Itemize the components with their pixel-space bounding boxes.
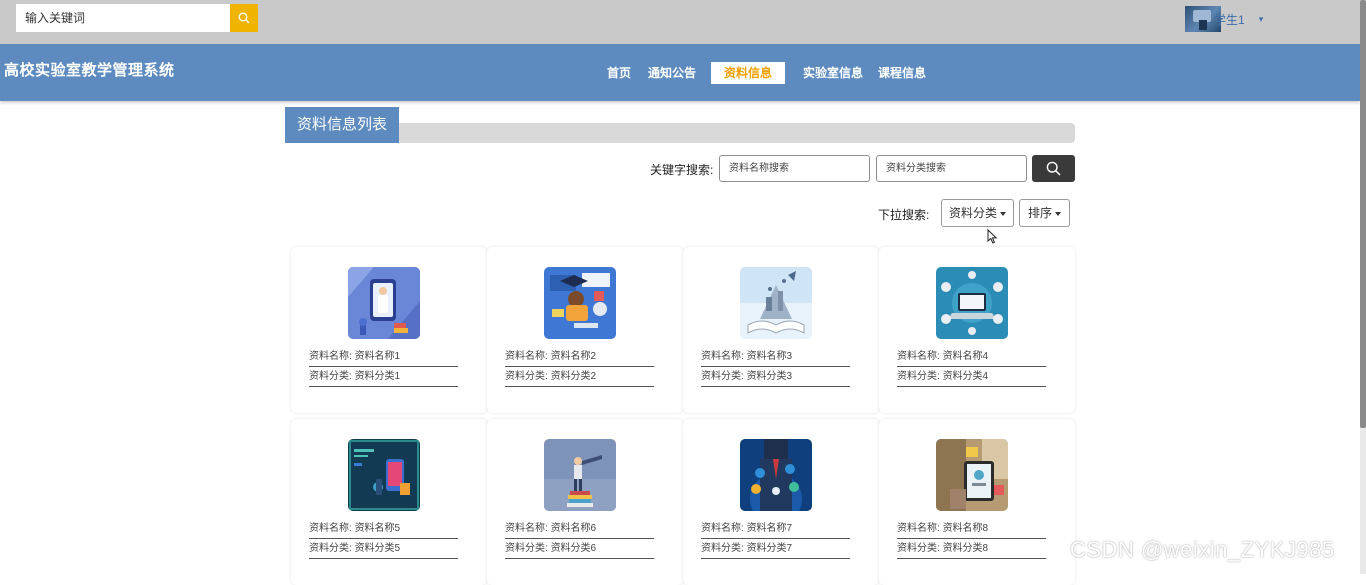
section-header-bar: [285, 123, 1075, 143]
nav-item-notices[interactable]: 通知公告: [648, 62, 696, 84]
material-thumbnail-businessman[interactable]: [740, 439, 812, 511]
nav-item-home[interactable]: 首页: [607, 62, 631, 84]
sort-dropdown-label: 排序: [1027, 206, 1052, 220]
nav-item-labs[interactable]: 实验室信息: [803, 62, 863, 84]
material-card[interactable]: 资料名称: 资料名称8 资料分类: 资料分类8: [879, 419, 1075, 585]
keyword-search-label: 关键字搜索:: [650, 163, 714, 177]
material-category: 资料分类: 资料分类8: [897, 539, 1046, 559]
material-thumbnail-telescope[interactable]: [544, 439, 616, 511]
material-thumbnail-laptop[interactable]: [936, 267, 1008, 339]
search-icon: [1046, 161, 1061, 176]
material-name: 资料名称: 资料名称7: [701, 519, 850, 539]
material-category: 资料分类: 资料分类2: [505, 367, 654, 387]
nav-item-courses[interactable]: 课程信息: [878, 62, 926, 84]
top-search-input[interactable]: [16, 4, 230, 32]
material-thumbnail-doctor[interactable]: [348, 267, 420, 339]
watermark: CSDN @weixin_ZYKJ985: [1070, 537, 1335, 562]
top-search: [16, 4, 258, 32]
caret-down-icon[interactable]: ▾: [1259, 14, 1264, 25]
material-category: 资料分类: 资料分类5: [309, 539, 458, 559]
material-thumbnail-open-book[interactable]: [740, 267, 812, 339]
category-dropdown-label: 资料分类: [948, 206, 997, 220]
section-title: 资料信息列表: [285, 107, 399, 143]
keyword-search-button[interactable]: [1032, 155, 1075, 182]
top-search-button[interactable]: [230, 4, 258, 32]
material-thumbnail-phone[interactable]: [348, 439, 420, 511]
material-card[interactable]: 资料名称: 资料名称1 资料分类: 资料分类1: [291, 247, 487, 413]
user-name[interactable]: 学生1: [1214, 11, 1245, 28]
material-category: 资料分类: 资料分类7: [701, 539, 850, 559]
material-card[interactable]: 资料名称: 资料名称7 资料分类: 资料分类7: [683, 419, 879, 585]
material-name: 资料名称: 资料名称6: [505, 519, 654, 539]
material-category: 资料分类: 资料分类3: [701, 367, 850, 387]
material-card[interactable]: 资料名称: 资料名称4 资料分类: 资料分类4: [879, 247, 1075, 413]
category-dropdown[interactable]: 资料分类: [941, 199, 1014, 227]
material-category: 资料分类: 资料分类4: [897, 367, 1046, 387]
material-name: 资料名称: 资料名称4: [897, 347, 1046, 367]
main-nav: 高校实验室教学管理系统 首页 通知公告 资料信息 实验室信息 课程信息: [0, 44, 1360, 101]
scrollbar-thumb[interactable]: [1360, 0, 1366, 428]
nav-item-materials[interactable]: 资料信息: [711, 62, 785, 84]
material-thumbnail-graduate[interactable]: [544, 267, 616, 339]
material-name: 资料名称: 资料名称8: [897, 519, 1046, 539]
material-name: 资料名称: 资料名称1: [309, 347, 458, 367]
material-card[interactable]: 资料名称: 资料名称3 资料分类: 资料分类3: [683, 247, 879, 413]
material-card[interactable]: 资料名称: 资料名称2 资料分类: 资料分类2: [487, 247, 683, 413]
top-bar: 学生1 ▾: [0, 0, 1360, 44]
material-name: 资料名称: 资料名称5: [309, 519, 458, 539]
material-card[interactable]: 资料名称: 资料名称5 资料分类: 资料分类5: [291, 419, 487, 585]
caret-down-icon: [1055, 211, 1061, 216]
material-category-search-input[interactable]: [876, 155, 1027, 182]
site-brand: 高校实验室教学管理系统: [4, 62, 175, 79]
sort-dropdown[interactable]: 排序: [1019, 199, 1070, 227]
material-card[interactable]: 资料名称: 资料名称6 资料分类: 资料分类6: [487, 419, 683, 585]
search-icon: [238, 12, 250, 24]
material-category: 资料分类: 资料分类1: [309, 367, 458, 387]
dropdown-search-label: 下拉搜索:: [878, 208, 930, 222]
material-name: 资料名称: 资料名称3: [701, 347, 850, 367]
caret-down-icon: [1000, 211, 1006, 216]
material-category: 资料分类: 资料分类6: [505, 539, 654, 559]
material-name-search-input[interactable]: [719, 155, 870, 182]
material-name: 资料名称: 资料名称2: [505, 347, 654, 367]
user-menu[interactable]: 学生1 ▾: [1185, 6, 1263, 32]
mouse-cursor-icon: [987, 229, 998, 244]
material-thumbnail-tablet[interactable]: [936, 439, 1008, 511]
